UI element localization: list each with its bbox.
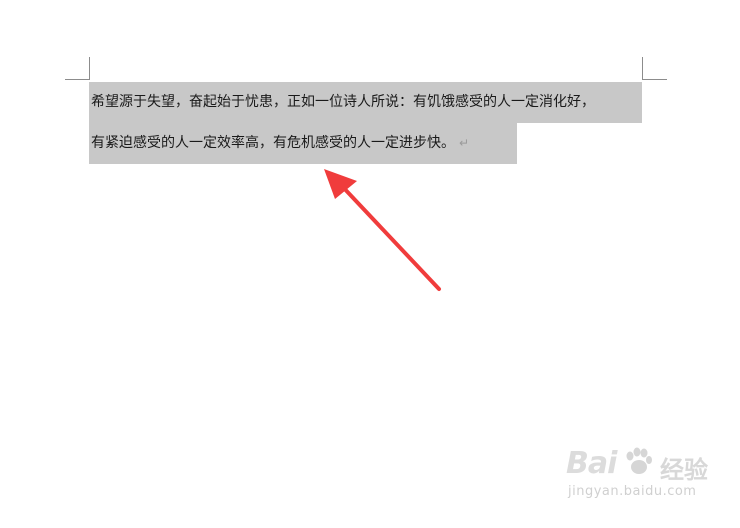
watermark-logo-text: Bai	[566, 446, 617, 481]
crop-mark-top-left	[89, 57, 90, 80]
watermark-url: jingyan.baidu.com	[568, 484, 697, 499]
crop-mark-top-right	[643, 79, 667, 80]
crop-mark-top-left	[65, 79, 89, 80]
text-line-1: 希望源于失望，奋起始于忧患，正如一位诗人所说：有饥饿感受的人一定消化好，	[91, 94, 595, 110]
selected-text-line-1[interactable]: 希望源于失望，奋起始于忧患，正如一位诗人所说：有饥饿感受的人一定消化好，	[89, 82, 642, 123]
crop-mark-top-right	[642, 57, 643, 80]
paragraph-mark-icon: ↵	[459, 136, 470, 150]
paw-icon	[626, 447, 652, 474]
watermark-name: 经验	[660, 456, 708, 484]
selected-text-line-2[interactable]: 有紧迫感受的人一定效率高，有危机感受的人一定进步快。 ↵	[89, 123, 517, 164]
document-page[interactable]: 希望源于失望，奋起始于忧患，正如一位诗人所说：有饥饿感受的人一定消化好， 有紧迫…	[0, 0, 740, 528]
text-line-2: 有紧迫感受的人一定效率高，有危机感受的人一定进步快。	[91, 135, 455, 151]
baidu-jingyan-watermark: Bai 经验 jingyan.baidu.com	[560, 444, 730, 514]
